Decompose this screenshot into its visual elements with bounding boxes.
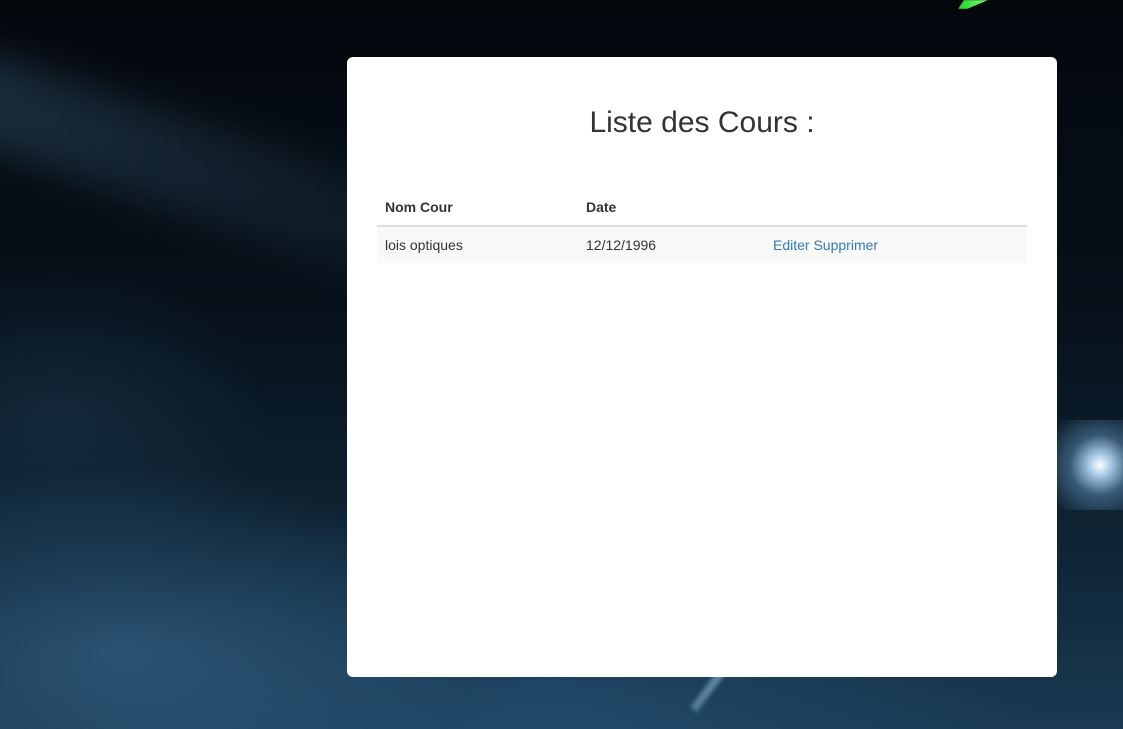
table-header-row: Nom Cour Date <box>377 188 1027 227</box>
page-title: Liste des Cours : <box>589 106 815 139</box>
course-date-cell: 12/12/1996 <box>586 237 657 253</box>
green-light-spark <box>958 0 988 9</box>
edit-link[interactable]: Editer <box>773 237 810 253</box>
column-header-actions <box>765 188 1027 227</box>
course-actions-cell: Editer Supprimer <box>765 226 1027 263</box>
content-card: Liste des Cours : Nom Cour Date lois opt… <box>347 57 1057 677</box>
column-header-date: Date <box>578 188 765 227</box>
table-header: Nom Cour Date <box>377 188 1027 227</box>
table-row: lois optiques 12/12/1996 Editer Supprime… <box>377 226 1027 263</box>
delete-link[interactable]: Supprimer <box>813 237 878 253</box>
table-body: lois optiques 12/12/1996 Editer Supprime… <box>377 226 1027 263</box>
column-header-name: Nom Cour <box>377 188 578 227</box>
course-name-cell: lois optiques <box>385 237 463 253</box>
courses-table: Nom Cour Date lois optiques 12/12/1996 E… <box>377 188 1027 263</box>
